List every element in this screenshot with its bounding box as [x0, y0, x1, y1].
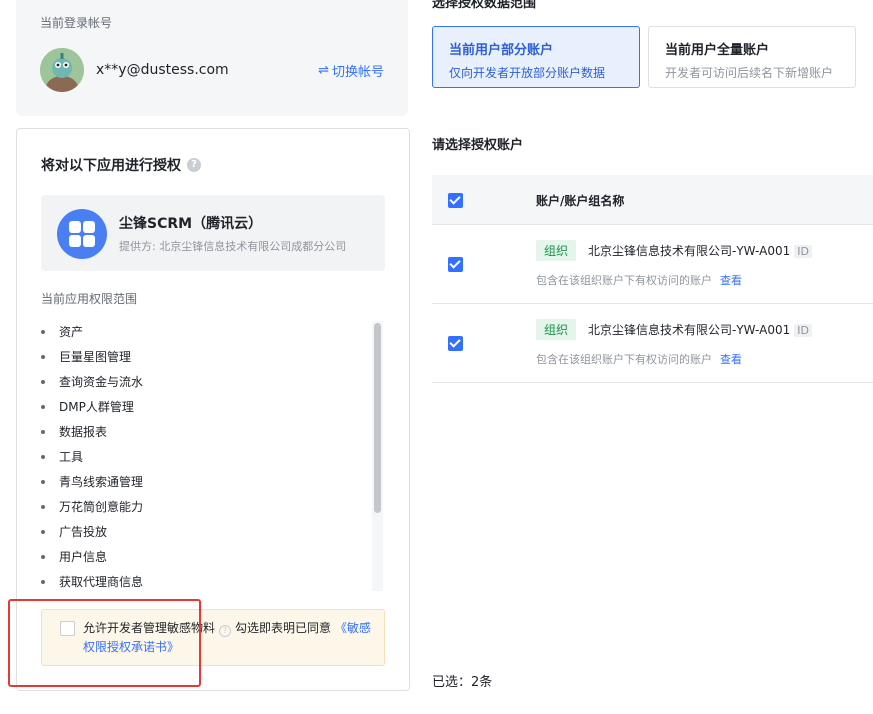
bullet-icon — [41, 454, 45, 459]
scope-text: 万花筒创意能力 — [59, 500, 144, 514]
org-tag: 组织 — [536, 240, 577, 261]
scope-list[interactable]: 资产 巨量星图管理 查询资金与流水 DMP人群管理 数据报表 工具 青鸟线索通管… — [41, 319, 381, 591]
sensitive-permission-checkbox[interactable] — [60, 621, 75, 636]
list-item: 广告投放 — [41, 519, 381, 544]
list-item: 资产 — [41, 319, 381, 344]
bullet-icon — [41, 579, 45, 584]
id-badge: ID — [794, 245, 812, 258]
org-name: 北京尘锋信息技术有限公司-YW-A001 ID — [588, 242, 812, 259]
scrollbar-thumb[interactable] — [374, 323, 381, 513]
bullet-icon — [41, 529, 45, 534]
org-name-text: 北京尘锋信息技术有限公司-YW-A001 — [588, 323, 791, 337]
table-row[interactable]: 组织 北京尘锋信息技术有限公司-YW-A001 ID 包含在该组织账户下有权访问的… — [432, 304, 873, 383]
org-name-text: 北京尘锋信息技术有限公司-YW-A001 — [588, 244, 791, 258]
account-email: x**y@dustess.com — [96, 62, 229, 78]
row-checkbox[interactable] — [448, 336, 463, 351]
scope-text: 资产 — [59, 325, 84, 339]
app-provider: 提供方: 北京尘锋信息技术有限公司成都分公司 — [119, 240, 347, 253]
list-item: DMP人群管理 — [41, 394, 381, 419]
org-tag: 组织 — [536, 319, 577, 340]
scope-text: 广告投放 — [59, 525, 108, 539]
range-option-title: 当前用户部分账户 — [449, 43, 554, 58]
range-option-title: 当前用户全量账户 — [665, 43, 770, 58]
sensitive-permission-box: 允许开发者管理敏感物料? 勾选即表明已同意 《敏感权限授权承诺书》 — [41, 609, 385, 666]
range-option-desc: 仅向开发者开放部分账户数据 — [449, 66, 606, 80]
list-item: 获取代理商信息 — [41, 569, 381, 591]
list-item: 用户信息 — [41, 544, 381, 569]
question-icon[interactable]: ? — [219, 625, 232, 637]
bullet-icon — [41, 379, 45, 384]
view-link[interactable]: 查看 — [720, 274, 742, 287]
range-option-full[interactable]: 当前用户全量账户 开发者可访问后续名下新增账户 — [648, 26, 856, 88]
table-row[interactable]: 组织 北京尘锋信息技术有限公司-YW-A001 ID 包含在该组织账户下有权访问的… — [432, 225, 873, 304]
scope-text: 工具 — [59, 450, 84, 464]
list-item: 青鸟线索通管理 — [41, 469, 381, 494]
range-option-desc: 开发者可访问后续名下新增账户 — [665, 66, 834, 80]
app-card: 尘锋SCRM（腾讯云） 提供方: 北京尘锋信息技术有限公司成都分公司 — [41, 195, 385, 271]
scope-text: 用户信息 — [59, 550, 108, 564]
scope-label: 当前应用权限范围 — [41, 292, 138, 306]
bullet-icon — [41, 504, 45, 509]
list-item: 巨量星图管理 — [41, 344, 381, 369]
select-all-checkbox[interactable] — [448, 193, 463, 208]
authorization-title: 将对以下应用进行授权 ? — [41, 155, 201, 175]
bullet-icon — [41, 354, 45, 359]
app-name: 尘锋SCRM（腾讯云） — [119, 216, 263, 232]
switch-account-label: 切换帐号 — [331, 65, 384, 80]
authorization-title-text: 将对以下应用进行授权 — [41, 158, 181, 174]
switch-account-button[interactable]: ⇌ 切换帐号 — [318, 61, 384, 80]
scope-text: 数据报表 — [59, 425, 108, 439]
scope-text: 巨量星图管理 — [59, 350, 132, 364]
avatar — [40, 48, 84, 92]
scope-text: DMP人群管理 — [59, 400, 134, 414]
range-option-partial[interactable]: 当前用户部分账户 仅向开发者开放部分账户数据 — [432, 26, 640, 88]
bullet-icon — [41, 429, 45, 434]
row-checkbox[interactable] — [448, 257, 463, 272]
bullet-icon — [41, 554, 45, 559]
id-badge: ID — [794, 324, 812, 337]
sensitive-permission-text: 允许开发者管理敏感物料? 勾选即表明已同意 《敏感权限授权承诺书》 — [83, 619, 373, 657]
scope-text: 查询资金与流水 — [59, 375, 144, 389]
authorization-panel: 将对以下应用进行授权 ? 尘锋SCRM（腾讯云） 提供方: 北京尘锋信息技术有限… — [16, 128, 410, 691]
bullet-icon — [41, 404, 45, 409]
row-description-text: 包含在该组织账户下有权访问的账户 — [536, 274, 712, 287]
account-card: 当前登录帐号 x**y@dustess.com ⇌ 切换帐号 — [16, 0, 408, 116]
list-item: 万花筒创意能力 — [41, 494, 381, 519]
row-description: 包含在该组织账户下有权访问的账户 查看 — [536, 351, 742, 367]
sensitive-permission-label: 允许开发者管理敏感物料 — [83, 621, 216, 635]
list-item: 工具 — [41, 444, 381, 469]
list-item: 查询资金与流水 — [41, 369, 381, 394]
app-grid-icon — [57, 209, 107, 259]
swap-icon: ⇌ — [318, 63, 329, 78]
select-accounts-heading: 请选择授权账户 — [432, 138, 524, 153]
table-header: 账户/账户组名称 — [432, 175, 873, 225]
range-heading: 选择授权数据范围 — [432, 0, 537, 11]
scope-text: 获取代理商信息 — [59, 575, 144, 589]
column-header: 账户/账户组名称 — [536, 194, 625, 208]
row-description-text: 包含在该组织账户下有权访问的账户 — [536, 353, 712, 366]
scope-text: 青鸟线索通管理 — [59, 475, 144, 489]
org-name: 北京尘锋信息技术有限公司-YW-A001 ID — [588, 321, 812, 338]
bullet-icon — [41, 479, 45, 484]
row-description: 包含在该组织账户下有权访问的账户 查看 — [536, 272, 742, 288]
view-link[interactable]: 查看 — [720, 353, 742, 366]
list-item: 数据报表 — [41, 419, 381, 444]
bullet-icon — [41, 329, 45, 334]
agree-prefix: 勾选即表明已同意 — [235, 621, 332, 635]
selected-count: 已选：2条 — [432, 675, 493, 690]
help-icon[interactable]: ? — [187, 158, 201, 172]
account-label: 当前登录帐号 — [40, 16, 113, 30]
